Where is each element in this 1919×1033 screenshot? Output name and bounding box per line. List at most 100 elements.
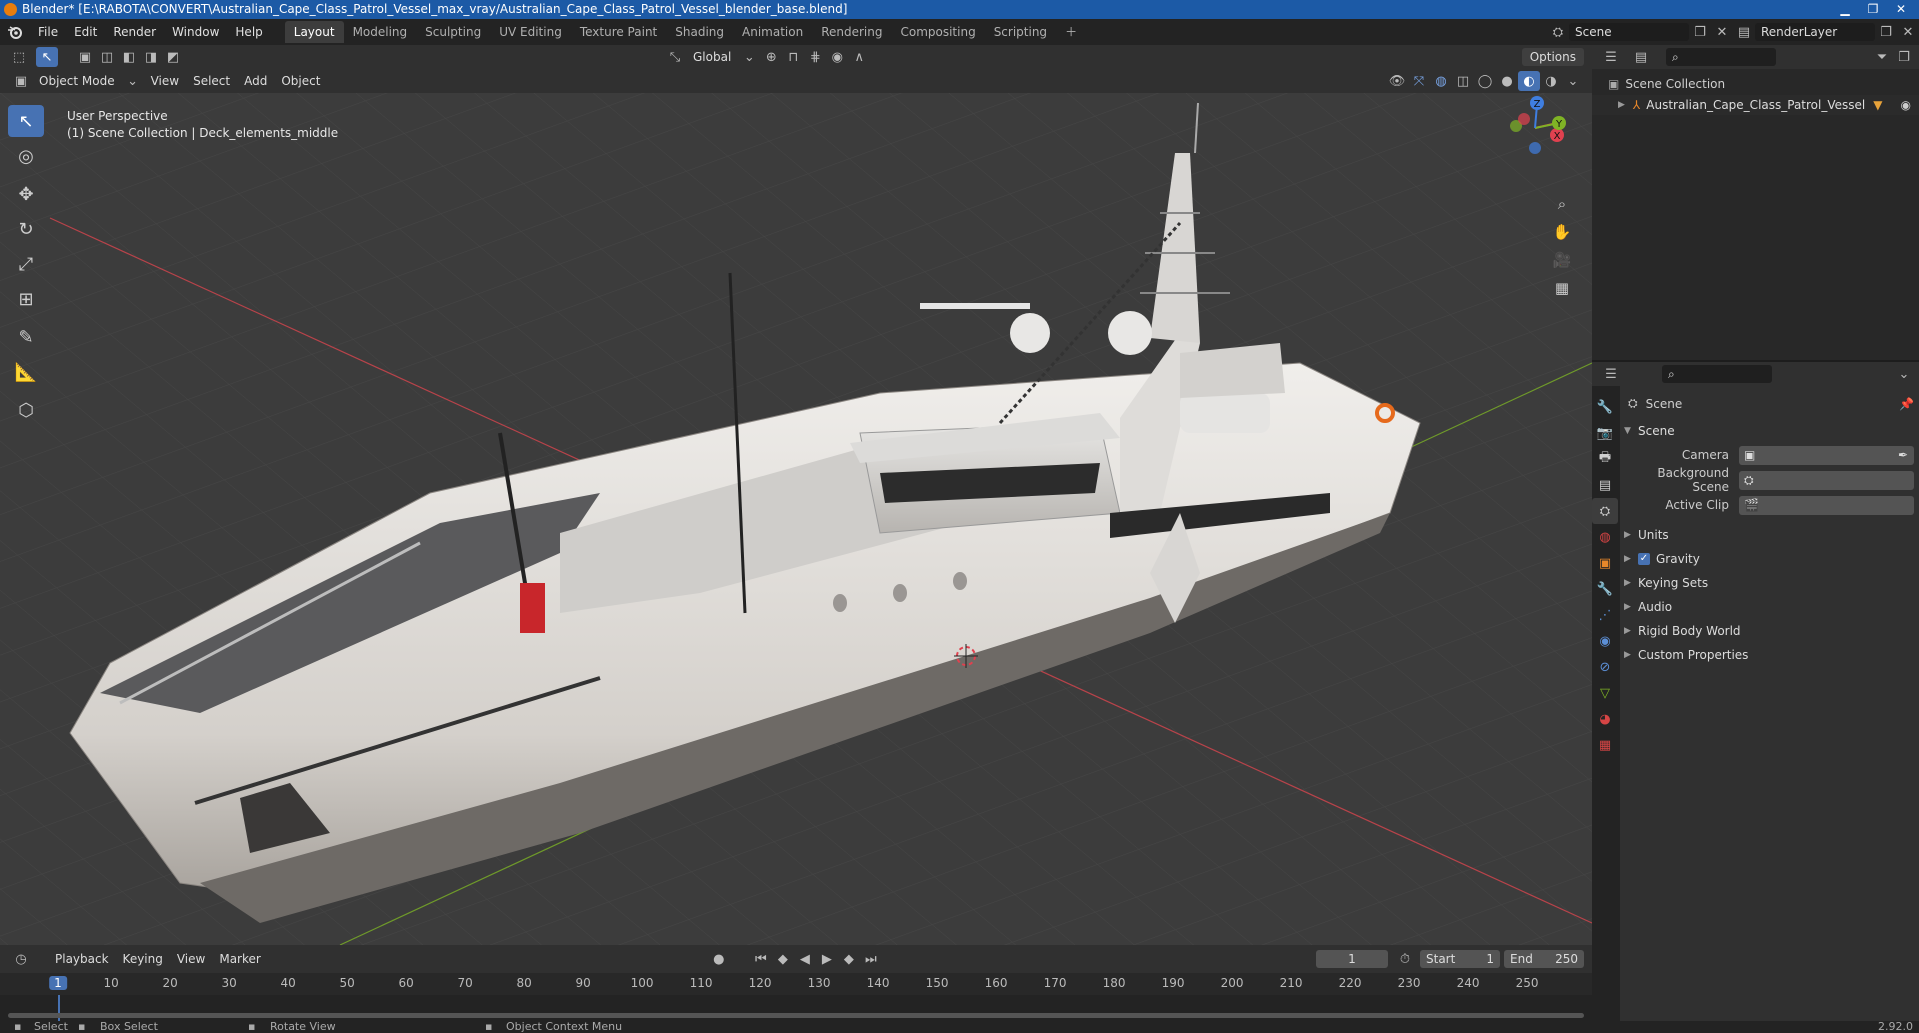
panel-custom-properties[interactable]: ▶ Custom Properties <box>1624 644 1914 666</box>
tab-shading[interactable]: Shading <box>666 21 733 43</box>
new-scene-icon[interactable]: ❐ <box>1689 22 1711 42</box>
timeline-menu-playback[interactable]: Playback <box>48 949 116 969</box>
zoom-icon[interactable]: ⌕ <box>1548 190 1576 218</box>
proportional-falloff-icon[interactable]: ∧ <box>848 47 870 67</box>
filter-icon[interactable]: ⏷ <box>1871 47 1893 67</box>
eyedropper-icon[interactable]: ✒ <box>1898 448 1908 462</box>
stopwatch-icon[interactable]: ⏱ <box>1394 949 1416 969</box>
select-box-icon[interactable]: ↖ <box>8 105 44 137</box>
menu-edit[interactable]: Edit <box>66 19 105 45</box>
select-mode-intersect-icon[interactable]: ◩ <box>162 47 184 67</box>
panel-scene-header[interactable]: ▼ Scene <box>1624 420 1914 442</box>
outliner-search-input[interactable]: ⌕ <box>1666 48 1776 66</box>
timeline-track[interactable] <box>0 995 1592 1023</box>
eye-icon[interactable]: ◉ <box>1901 98 1911 112</box>
shading-material-icon[interactable]: ◐ <box>1518 71 1540 91</box>
cursor-icon[interactable]: ◎ <box>8 140 44 172</box>
mode-dropdown[interactable]: Object Mode <box>32 71 122 91</box>
proportional-edit-icon[interactable]: ◉ <box>826 47 848 67</box>
tab-compositing[interactable]: Compositing <box>891 21 984 43</box>
add-cube-icon[interactable]: ⬡ <box>8 394 44 426</box>
current-frame-field[interactable]: 1 <box>1316 950 1388 968</box>
options-dropdown[interactable]: Options <box>1521 48 1584 66</box>
visibility-icon[interactable]: 👁 <box>1386 71 1408 91</box>
gravity-checkbox[interactable]: ✓ <box>1638 553 1650 565</box>
pivot-point-icon[interactable]: ⊕ <box>760 47 782 67</box>
material-tab-icon[interactable]: ◕ <box>1592 706 1618 732</box>
menu-file[interactable]: File <box>30 19 66 45</box>
scene-selector[interactable]: Scene <box>1569 23 1689 41</box>
xray-icon[interactable]: ◫ <box>1452 71 1474 91</box>
expand-triangle-icon[interactable]: ▶ <box>1618 100 1625 110</box>
timeline-menu-view[interactable]: View <box>170 949 212 969</box>
particles-tab-icon[interactable]: ⋰ <box>1592 602 1618 628</box>
pin-icon[interactable]: 📌 <box>1899 397 1914 411</box>
view-layer-icon[interactable]: ▤ <box>1733 22 1755 42</box>
display-mode-icon[interactable]: ▤ <box>1630 47 1652 67</box>
restore-icon[interactable]: ❐ <box>1859 0 1887 19</box>
viewport-3d[interactable]: User Perspective (1) Scene Collection | … <box>0 93 1592 945</box>
timeline-editor-type-icon[interactable]: ◷ <box>10 949 32 969</box>
timeline-ruler[interactable]: 1 10 20 30 40 50 60 70 80 90 100 110 120 130 140 150 160… <box>0 973 1592 995</box>
menu-select[interactable]: Select <box>186 71 237 91</box>
background-scene-field[interactable]: ⛭ <box>1739 470 1914 490</box>
select-cursor-icon[interactable]: ↖ <box>36 47 58 67</box>
annotate-icon[interactable]: ✎ <box>8 321 44 353</box>
camera-view-icon[interactable]: 🎥 <box>1548 246 1576 274</box>
menu-object[interactable]: Object <box>274 71 327 91</box>
tab-animation[interactable]: Animation <box>733 21 812 43</box>
tab-layout[interactable]: Layout <box>284 21 344 43</box>
panel-rigid-body-world[interactable]: ▶ Rigid Body World <box>1624 620 1914 642</box>
menu-window[interactable]: Window <box>164 19 227 45</box>
tab-sculpting[interactable]: Sculpting <box>416 21 490 43</box>
close-icon[interactable]: ✕ <box>1887 0 1915 19</box>
gizmo-icon[interactable]: ⤧ <box>1408 71 1430 91</box>
outliner-editor-type-icon[interactable]: ☰ <box>1600 47 1622 67</box>
play-icon[interactable]: ▶ <box>816 949 838 969</box>
tab-rendering[interactable]: Rendering <box>812 21 891 43</box>
tab-uv-editing[interactable]: UV Editing <box>490 21 571 43</box>
menu-view[interactable]: View <box>144 71 186 91</box>
modifier-icon[interactable]: ▼ <box>1873 98 1882 112</box>
select-mode-new-icon[interactable]: ▣ <box>74 47 96 67</box>
select-mode-invert-icon[interactable]: ◨ <box>140 47 162 67</box>
menu-add[interactable]: Add <box>237 71 274 91</box>
object-tab-icon[interactable]: ▣ <box>1592 550 1618 576</box>
select-mode-extend-icon[interactable]: ◫ <box>96 47 118 67</box>
transform-orientation-dropdown[interactable]: Global <box>686 47 738 67</box>
measure-icon[interactable]: 📐 <box>8 356 44 388</box>
panel-units[interactable]: ▶ Units <box>1624 524 1914 546</box>
object-data-tab-icon[interactable]: ▽ <box>1592 680 1618 706</box>
scale-icon[interactable]: ⤢ <box>8 248 44 280</box>
shading-rendered-icon[interactable]: ◑ <box>1540 71 1562 91</box>
select-mode-subtract-icon[interactable]: ◧ <box>118 47 140 67</box>
constraints-tab-icon[interactable]: ⊘ <box>1592 654 1618 680</box>
new-view-layer-icon[interactable]: ❐ <box>1875 22 1897 42</box>
editor-type-icon[interactable]: ⬚ <box>8 47 30 67</box>
scene-icon[interactable]: ⛭ <box>1547 22 1569 42</box>
panel-audio[interactable]: ▶ Audio <box>1624 596 1914 618</box>
record-icon[interactable]: ● <box>708 949 730 969</box>
outliner-scene-collection[interactable]: ▣ Scene Collection <box>1608 75 1725 93</box>
overlay-icon[interactable]: ◍ <box>1430 71 1452 91</box>
timeline-scrollbar[interactable] <box>8 1013 1584 1018</box>
jump-end-icon[interactable]: ⏭ <box>860 949 882 969</box>
transform-icon[interactable]: ⊞ <box>8 283 44 315</box>
tab-scripting[interactable]: Scripting <box>985 21 1056 43</box>
tab-modeling[interactable]: Modeling <box>344 21 417 43</box>
properties-search-input[interactable]: ⌕ <box>1662 365 1772 383</box>
scene-tab-icon[interactable]: ⛭ <box>1592 498 1618 524</box>
menu-render[interactable]: Render <box>105 19 164 45</box>
start-frame-field[interactable]: Start 1 <box>1420 950 1500 968</box>
timeline-menu-marker[interactable]: Marker <box>212 949 267 969</box>
prev-keyframe-icon[interactable]: ◆ <box>772 949 794 969</box>
panel-gravity[interactable]: ▶ ✓ Gravity <box>1624 548 1914 570</box>
tool-tab-icon[interactable]: 🔧 <box>1592 394 1618 420</box>
shading-solid-icon[interactable]: ● <box>1496 71 1518 91</box>
output-tab-icon[interactable]: 🖶 <box>1592 446 1618 472</box>
move-icon[interactable]: ✥ <box>8 178 44 210</box>
timeline-menu-keying[interactable]: Keying <box>116 949 170 969</box>
properties-editor-type-icon[interactable]: ☰ <box>1600 364 1622 384</box>
shading-wireframe-icon[interactable]: ◯ <box>1474 71 1496 91</box>
minimize-icon[interactable]: ▁ <box>1831 0 1859 19</box>
